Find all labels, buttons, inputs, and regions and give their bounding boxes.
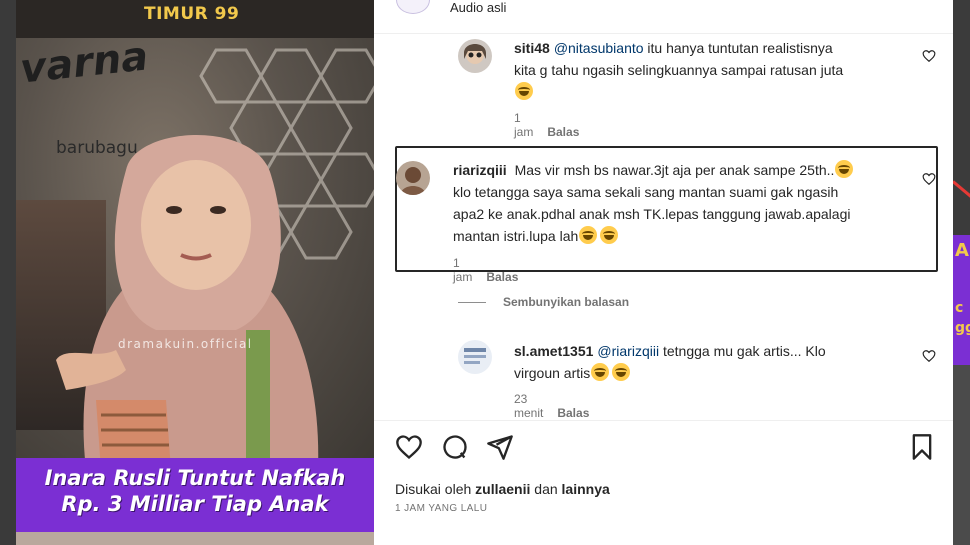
- media-bottom-strip: [16, 532, 374, 545]
- avatar[interactable]: [458, 340, 492, 374]
- woman-in-hijab-figure: [56, 135, 319, 470]
- liked-user-link[interactable]: zullaenii: [475, 481, 530, 497]
- comment-text-line2: virgoun artis: [514, 365, 591, 381]
- share-icon[interactable]: [486, 433, 514, 461]
- author-avatar[interactable]: [396, 0, 430, 14]
- caption-line-1: Inara Rusli Tuntut Nafkah: [44, 466, 346, 490]
- comment-meta: 1 jam Balas: [453, 256, 532, 284]
- app-stage: TIMUR 99 varna barubagu dramakuin.offici…: [0, 0, 970, 545]
- post-actions-bar: Disukai oleh zullaenii dan lainnya 1 JAM…: [374, 420, 953, 545]
- hide-replies-button[interactable]: Sembunyikan balasan: [503, 295, 629, 309]
- comment-text-line2: kita g tahu ngasih selingkuannya sampai …: [514, 62, 844, 78]
- comment-time[interactable]: 23 menit: [514, 392, 543, 420]
- laughing-emoji-icon: [579, 226, 598, 244]
- next-post-letter-c: c: [955, 300, 964, 316]
- left-background-strip: [0, 0, 16, 545]
- media-top-label: TIMUR 99: [144, 4, 240, 24]
- laughing-emoji-icon: [835, 160, 854, 178]
- laughing-emoji-icon: [515, 82, 533, 100]
- post-media[interactable]: TIMUR 99 varna barubagu dramakuin.offici…: [16, 0, 374, 545]
- laughing-emoji-icon: [612, 363, 631, 381]
- reply-button[interactable]: Balas: [486, 270, 518, 284]
- comment-username[interactable]: siti48: [514, 40, 550, 56]
- comment-text-line1: Mas vir msh bs nawar.3jt aja per anak sa…: [514, 162, 835, 178]
- media-top-banner: TIMUR 99: [16, 0, 374, 38]
- comment-meta: 1 jam Balas: [514, 111, 593, 139]
- laughing-emoji-icon: [600, 226, 619, 244]
- next-post-letter-g: gg: [955, 320, 970, 336]
- heart-icon[interactable]: [922, 49, 936, 63]
- comment-meta: 23 menit Balas: [514, 392, 603, 420]
- caption-line-2: Rp. 3 Milliar Tiap Anak: [61, 492, 329, 516]
- liked-prefix: Disukai oleh: [395, 481, 472, 497]
- heart-icon[interactable]: [922, 172, 936, 186]
- comment-text: riarizqiii Mas vir msh bs nawar.3jt aja …: [453, 159, 928, 247]
- liked-by-text: Disukai oleh zullaenii dan lainnya: [395, 481, 610, 497]
- hide-replies-line: [458, 302, 486, 303]
- comment-text-line2: klo tetangga saya sama sekali sang manta…: [453, 184, 839, 200]
- comment-time[interactable]: 1 jam: [514, 111, 533, 139]
- reply-button[interactable]: Balas: [557, 406, 589, 420]
- next-post-peek[interactable]: A c gg: [953, 0, 970, 545]
- comment-text-line3: apa2 ke anak.pdhal anak msh TK.lepas tan…: [453, 206, 851, 222]
- comment-time[interactable]: 1 jam: [453, 256, 472, 284]
- comment-mention[interactable]: @riarizqiii: [597, 343, 659, 359]
- next-post-letter-a: A: [955, 240, 969, 261]
- avatar[interactable]: [458, 39, 492, 73]
- heart-icon[interactable]: [395, 433, 423, 461]
- bookmark-icon[interactable]: [908, 433, 936, 461]
- comment-text-line1: tetngga mu gak artis... Klo: [662, 343, 826, 359]
- audio-label[interactable]: Audio asli: [450, 0, 506, 15]
- liked-and: dan: [534, 481, 558, 497]
- comment-text-line4: mantan istri.lupa lah: [453, 228, 579, 244]
- comment-text-line1: itu hanya tuntutan realistisnya: [647, 40, 833, 56]
- next-post-bottom: [953, 365, 970, 545]
- reply-button[interactable]: Balas: [547, 125, 579, 139]
- avatar[interactable]: [396, 161, 430, 195]
- post-timestamp[interactable]: 1 JAM YANG LALU: [395, 503, 487, 514]
- next-post-top: [953, 0, 970, 235]
- comment-text: sl.amet1351 @riarizqiii tetngga mu gak ar…: [514, 340, 914, 384]
- comment-username[interactable]: riarizqiii: [453, 162, 507, 178]
- post-header: Audio asli: [374, 0, 953, 34]
- comment-text: siti48 @nitasubianto itu hanya tuntutan r…: [514, 37, 914, 103]
- comment-icon[interactable]: [441, 433, 469, 461]
- media-watermark: dramakuin.official: [118, 337, 253, 351]
- laughing-emoji-icon: [591, 363, 610, 381]
- comments-panel: Audio asli siti48 @nitasubianto itu hanya…: [374, 0, 953, 545]
- liked-others-link[interactable]: lainnya: [562, 481, 610, 497]
- heart-icon[interactable]: [922, 349, 936, 363]
- comment-username[interactable]: sl.amet1351: [514, 343, 593, 359]
- comment-mention[interactable]: @nitasubianto: [554, 40, 644, 56]
